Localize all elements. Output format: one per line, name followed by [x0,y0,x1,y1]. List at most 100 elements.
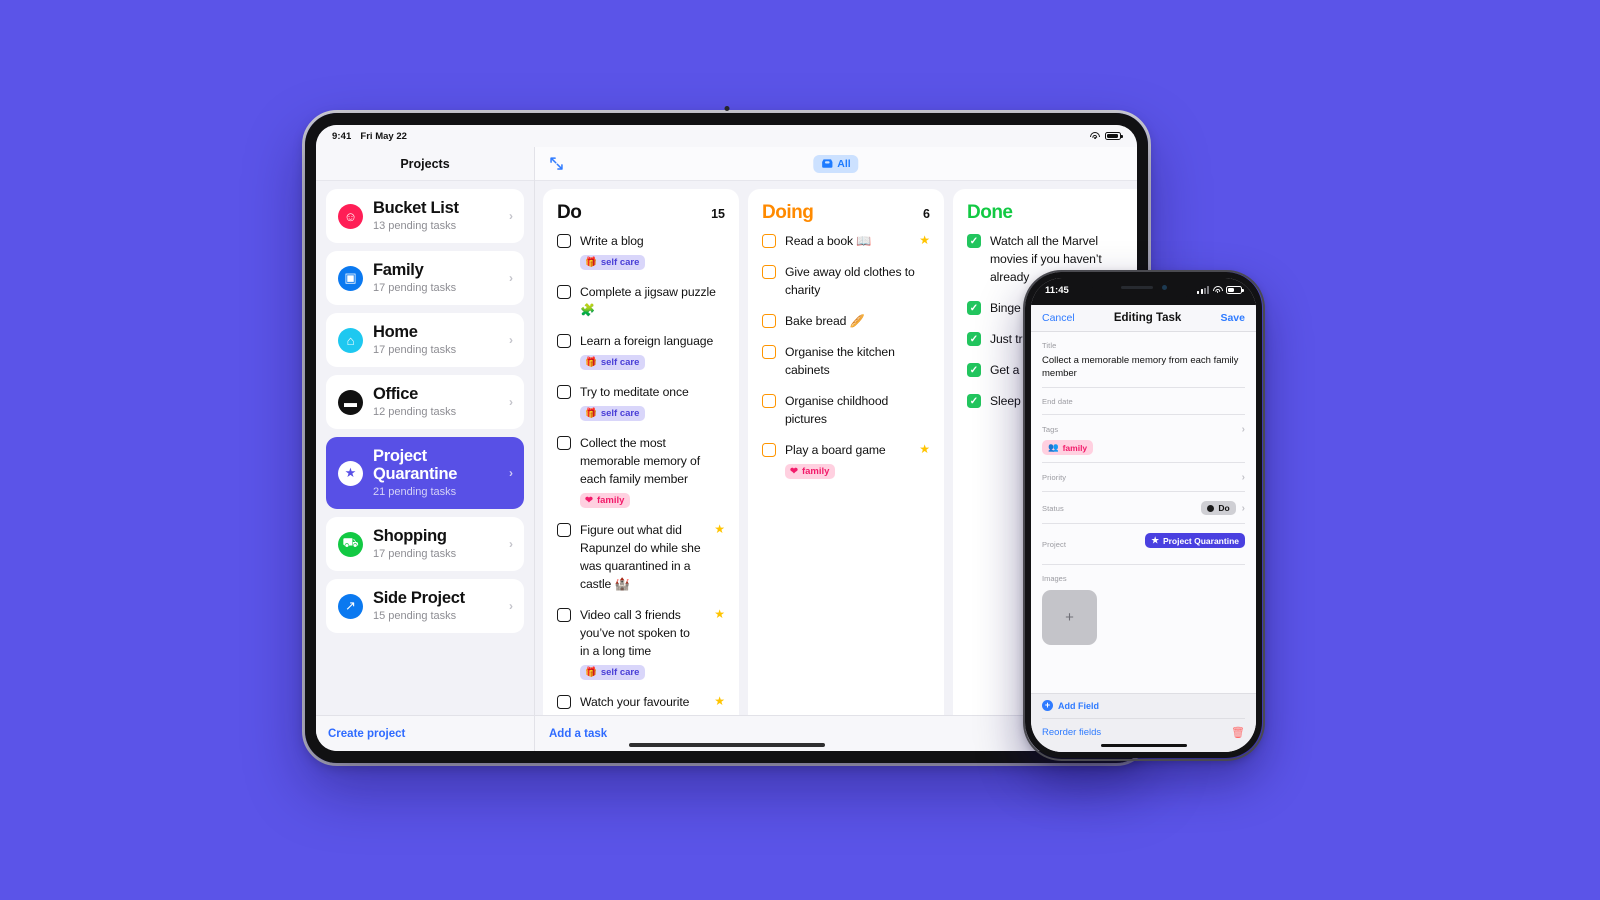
battery-icon [1105,132,1123,140]
add-image-button[interactable]: + [1042,590,1097,646]
task-checkbox[interactable]: ✓ [967,363,981,377]
trash-icon[interactable]: 🗑 [1231,726,1245,739]
task-item[interactable]: Complete a jigsaw puzzle 🧩 [557,283,725,319]
tablet-camera-icon [724,106,729,111]
task-item[interactable]: Video call 3 friends you’ve not spoken t… [557,606,725,680]
project-value-pill[interactable]: ★ Project Quarantine [1145,533,1245,549]
add-task-button[interactable]: Add a task [549,728,607,740]
tablet-home-indicator[interactable] [628,743,825,747]
title-field-value: Collect a memorable memory from each fam… [1042,355,1239,380]
status-field-label: Status [1042,503,1064,513]
sidebar-item-family[interactable]: ▣ Family 17 pending tasks › [326,251,524,305]
tags-field[interactable]: Tags › 👥 family [1042,415,1245,464]
task-tag-selfcare[interactable]: 🎁 self care [580,255,646,270]
tag-family-pill[interactable]: 👥 family [1042,440,1094,456]
house-icon: ⌂ [338,327,363,353]
task-checkbox[interactable]: ✓ [967,332,981,346]
project-name: Home [373,323,418,341]
project-field[interactable]: Project ★ Project Quarantine [1042,524,1245,566]
priority-star-icon[interactable]: ★ [919,233,930,247]
tag-label: self care [600,357,640,368]
title-field-label: Title [1042,341,1057,350]
images-field-label: Images [1042,574,1067,584]
cellular-signal-icon [1197,286,1209,294]
chevron-right-icon: › [1241,472,1245,484]
expand-arrows-icon[interactable] [549,156,564,171]
task-tag-selfcare[interactable]: 🎁 self care [580,355,646,370]
end-date-field-label: End date [1042,397,1073,407]
end-date-field[interactable]: End date [1042,388,1245,416]
project-subtitle: 12 pending tasks [373,406,457,418]
task-checkbox[interactable] [762,265,776,279]
task-item[interactable]: Play a board game ❤ family ★ [762,441,930,479]
task-item[interactable]: Organise the kitchen cabinets [762,343,930,379]
task-item[interactable]: Organise childhood pictures [762,392,930,428]
task-item[interactable]: Bake bread 🥖 [762,312,930,330]
task-checkbox[interactable] [557,285,571,299]
phone-home-indicator[interactable] [1100,743,1187,747]
chevron-right-icon: › [1241,424,1245,436]
task-item[interactable]: Give away old clothes to charity [762,263,930,299]
status-value-pill[interactable]: Do [1201,501,1236,516]
tag-family-label: family [1062,442,1088,453]
sidebar-item-home[interactable]: ⌂ Home 17 pending tasks › [326,313,524,367]
priority-star-icon[interactable]: ★ [714,607,725,621]
sidebar-item-bucket-list[interactable]: ☺ Bucket List 13 pending tasks › [326,189,524,243]
column-header: Done [953,189,1137,232]
sidebar-item-office[interactable]: ▬ Office 12 pending tasks › [326,375,524,429]
task-item[interactable]: Figure out what did Rapunzel do while sh… [557,521,725,593]
task-checkbox[interactable] [762,394,776,408]
task-checkbox[interactable] [557,385,571,399]
task-item[interactable]: Learn a foreign language 🎁 self care [557,332,725,370]
task-item[interactable]: Watch your favourite animated movies❤fam… [557,693,725,715]
priority-star-icon[interactable]: ★ [714,694,725,708]
task-text: Get a [990,363,1020,377]
add-field-button[interactable]: + Add Field [1042,700,1245,719]
task-item[interactable]: Try to meditate once 🎁 self care [557,383,725,421]
task-checkbox[interactable] [557,608,571,622]
task-checkbox[interactable]: ✓ [967,301,981,315]
photo-frame-icon: ▣ [338,265,363,291]
priority-star-icon[interactable]: ★ [714,522,725,536]
task-tag-family[interactable]: ❤ family [785,464,836,479]
status-field[interactable]: Status Do › [1042,492,1245,525]
priority-star-icon[interactable]: ★ [919,442,930,456]
wifi-icon [1090,132,1100,140]
task-checkbox[interactable]: ✓ [967,234,981,248]
task-item[interactable]: Write a blog 🎁 self care [557,232,725,270]
task-checkbox[interactable] [557,695,571,709]
task-checkbox[interactable] [557,436,571,450]
sidebar-title: Projects [316,147,534,181]
column-count: 15 [711,207,725,221]
task-checkbox[interactable] [762,345,776,359]
filter-all-label: All [837,157,851,170]
task-tag-family[interactable]: ❤ family [580,493,631,508]
task-item[interactable]: Collect the most memorable memory of eac… [557,434,725,508]
task-checkbox[interactable] [557,523,571,537]
reorder-fields-button[interactable]: Reorder fields [1042,727,1101,738]
sidebar-item-project-quarantine[interactable]: ★ Project Quarantine 21 pending tasks › [326,437,524,509]
task-checkbox[interactable] [557,234,571,248]
sidebar-item-side-project[interactable]: ↗ Side Project 15 pending tasks › [326,579,524,633]
filter-all-pill[interactable]: All [813,154,859,173]
task-tag-selfcare[interactable]: 🎁 self care [580,665,646,680]
task-checkbox[interactable] [557,334,571,348]
task-text: Organise the kitchen cabinets [785,345,895,377]
task-checkbox[interactable] [762,443,776,457]
priority-field[interactable]: Priority › [1042,463,1245,493]
sidebar-item-shopping[interactable]: ⛟ Shopping 17 pending tasks › [326,517,524,571]
tag-emoji-icon: ❤ [585,495,593,506]
create-project-button[interactable]: Create project [328,728,405,740]
task-checkbox[interactable] [762,314,776,328]
chevron-right-icon: › [509,333,513,347]
save-button[interactable]: Save [1220,312,1245,324]
task-tag-selfcare[interactable]: 🎁 self care [580,406,646,421]
task-checkbox[interactable]: ✓ [967,394,981,408]
task-checkbox[interactable] [762,234,776,248]
title-field[interactable]: Title Collect a memorable memory from ea… [1042,332,1245,389]
cancel-button[interactable]: Cancel [1042,312,1075,324]
project-name: Bucket List [373,199,459,217]
task-item[interactable]: Read a book 📖 ★ [762,232,930,250]
phone-screen: 11:45 Cancel Editing Task Save Title Col… [1031,278,1256,752]
task-text: Figure out what did Rapunzel do while sh… [580,523,701,591]
